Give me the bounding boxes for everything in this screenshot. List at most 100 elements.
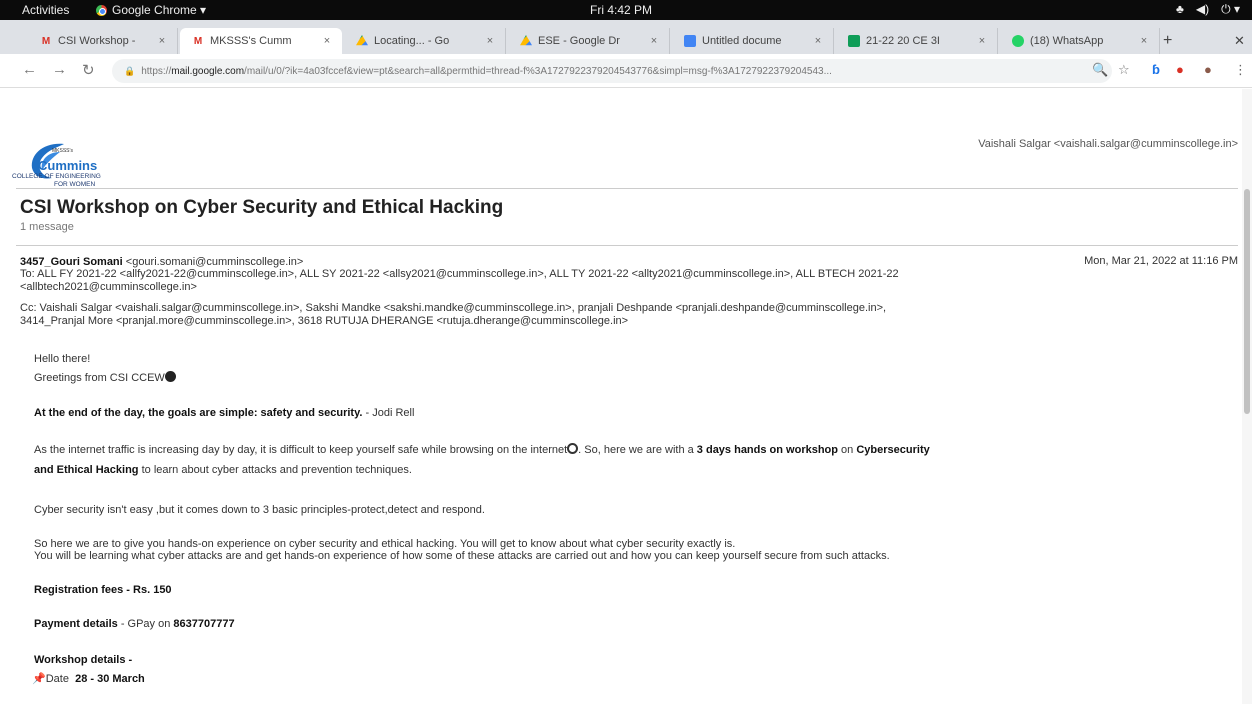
reload-button[interactable]: ↻ [82, 61, 95, 79]
drive-icon [356, 35, 368, 46]
tab-sheet-21-22[interactable]: 21-22 20 CE 3I × [836, 28, 998, 54]
system-top-bar: Activities Google Chrome ▾ Fri 4:42 PM ♣… [0, 0, 1252, 20]
workshop-details-heading: Workshop details - [34, 654, 133, 666]
tab-title: 21-22 20 CE 3I [866, 35, 940, 47]
page-scrollbar[interactable] [1242, 89, 1252, 704]
college-logo: MKSSS's Cummins COLLEGE OF ENGINEERING F… [12, 140, 172, 198]
volume-icon: ◀) [1195, 2, 1210, 16]
drive-icon [520, 35, 532, 46]
sender-name: 3457_Gouri Somani [20, 256, 123, 268]
principles-paragraph: Cyber security isn't easy ,but it comes … [34, 504, 485, 516]
quote-line: At the end of the day, the goals are sim… [34, 406, 414, 420]
close-tab-icon[interactable]: × [975, 35, 989, 47]
payment-text: - GPay on [117, 618, 174, 630]
scrollbar-thumb[interactable] [1244, 189, 1250, 414]
tab-title: MKSSS's Cumm [210, 35, 292, 47]
intro-paragraph-cont: and Ethical Hacking to learn about cyber… [34, 463, 412, 477]
new-tab-button[interactable]: + [1163, 32, 1172, 50]
logo-small-text: MKSSS's [52, 148, 73, 154]
quote-text: At the end of the day, the goals are sim… [34, 407, 363, 419]
tab-title: ESE - Google Dr [538, 35, 620, 47]
whatsapp-icon [1012, 35, 1024, 47]
cc-recipients: Cc: Vaishali Salgar <vaishali.salgar@cum… [20, 302, 887, 314]
tab-mksss-cummins[interactable]: M MKSSS's Cumm × [180, 28, 342, 54]
gmail-icon: M [193, 35, 203, 47]
intro-text: As the internet traffic is increasing da… [34, 444, 568, 456]
close-tab-icon[interactable]: × [1137, 35, 1151, 47]
tab-title: CSI Workshop - [58, 35, 136, 47]
intro-text-3: on [838, 444, 857, 456]
email-date: Mon, Mar 21, 2022 at 11:16 PM [1084, 255, 1238, 267]
close-tab-icon[interactable]: × [811, 35, 825, 47]
address-bar[interactable]: 🔒 https://mail.google.com/mail/u/0/?ik=4… [112, 59, 1112, 83]
to-recipients: To: ALL FY 2021-22 <allfy2021-22@cummins… [20, 268, 899, 280]
account-email: Vaishali Salgar <vaishali.salgar@cummins… [978, 138, 1238, 150]
tab-strip: M CSI Workshop - × M MKSSS's Cumm × Loca… [0, 20, 1252, 54]
globe-icon [567, 443, 579, 454]
sender-email[interactable]: <gouri.somani@cumminscollege.in> [123, 256, 303, 268]
close-tab-icon[interactable]: × [647, 35, 661, 47]
quote-author: - Jodi Rell [362, 407, 415, 419]
intro-paragraph: As the internet traffic is increasing da… [34, 443, 1234, 457]
email-subject: CSI Workshop on Cyber Security and Ethic… [20, 197, 504, 218]
logo-college-text: COLLEGE OF ENGINEERING [12, 173, 101, 180]
emoji-icon [164, 371, 176, 382]
clock[interactable]: Fri 4:42 PM [590, 3, 652, 17]
workshop-highlight: 3 days hands on workshop [696, 444, 838, 456]
ethical-hacking-highlight: and Ethical Hacking [34, 464, 139, 476]
url-host: mail.google.com [171, 65, 245, 77]
message-count: 1 message [20, 221, 74, 233]
url-scheme: https:// [141, 65, 172, 77]
to-recipients-cont: <allbtech2021@cumminscollege.in> [20, 281, 197, 293]
tab-untitled-doc[interactable]: Untitled docume × [672, 28, 834, 54]
intro-text-4: to learn about cyber attacks and prevent… [138, 464, 412, 476]
tab-title: (18) WhatsApp [1030, 35, 1104, 47]
divider [16, 245, 1238, 246]
tab-csi-workshop[interactable]: M CSI Workshop - × [28, 28, 178, 54]
lock-icon: 🔒 [124, 65, 136, 76]
docs-icon [684, 35, 696, 47]
cybersecurity-highlight: Cybersecurity [856, 444, 930, 456]
forward-button[interactable]: → [52, 61, 67, 78]
network-icon: ♣ [1176, 2, 1184, 16]
tab-whatsapp[interactable]: (18) WhatsApp × [1000, 28, 1160, 54]
tab-title: Locating... - Go [374, 35, 450, 47]
greeting-text: Greetings from CSI CCEW [34, 372, 165, 384]
tab-locating-drive[interactable]: Locating... - Go × [344, 28, 506, 54]
url-path: /mail/u/0/?ik=4a03fccef&view=pt&search=a… [244, 65, 832, 77]
extension-red-icon[interactable]: ● [1176, 62, 1184, 77]
browser-toolbar: ← → ↻ 🔒 https://mail.google.com/mail/u/0… [0, 54, 1252, 88]
app-menu[interactable]: Google Chrome ▾ [96, 3, 206, 17]
pushpin-icon: 📌 [32, 673, 46, 685]
profile-avatar[interactable]: ● [1204, 62, 1212, 77]
close-tab-icon[interactable]: × [483, 35, 497, 47]
handson-paragraph-2: You will be learning what cyber attacks … [34, 550, 890, 562]
cc-recipients-cont: 3414_Pranjal More <pranjal.more@cumminsc… [20, 315, 629, 327]
intro-text-2: . So, here we are with a [578, 444, 697, 456]
workshop-date-line: 📌Date 28 - 30 March [32, 672, 145, 686]
date-label: Date [45, 673, 69, 685]
close-tab-icon[interactable]: × [320, 35, 334, 47]
power-icon: ⏻ ▾ [1221, 2, 1240, 16]
close-window-icon[interactable]: ✕ [1234, 33, 1245, 49]
logo-brand-text: Cummins [38, 158, 98, 173]
chrome-icon [96, 4, 107, 16]
logo-for-women-text: FOR WOMEN [54, 181, 96, 188]
tab-title: Untitled docume [702, 35, 782, 47]
sheets-icon [848, 35, 860, 47]
tab-ese-drive[interactable]: ESE - Google Dr × [508, 28, 670, 54]
payment-number: 8637707777 [173, 618, 235, 630]
payment-details: Payment details - GPay on 8637707777 [34, 617, 235, 631]
bookmark-star-icon[interactable]: ☆ [1118, 62, 1130, 78]
payment-label: Payment details [34, 618, 118, 630]
system-tray[interactable]: ♣ ◀) ⏻ ▾ [1176, 2, 1240, 17]
gmail-icon: M [41, 35, 51, 47]
close-tab-icon[interactable]: × [155, 35, 169, 47]
zoom-icon[interactable]: 🔍 [1092, 62, 1108, 78]
date-value: 28 - 30 March [75, 673, 145, 685]
chrome-menu-icon[interactable]: ⋮ [1234, 62, 1247, 78]
extension-icon[interactable]: ɓ [1152, 62, 1160, 77]
activities-button[interactable]: Activities [22, 3, 69, 17]
registration-fees: Registration fees - Rs. 150 [34, 584, 172, 596]
back-button[interactable]: ← [22, 61, 37, 78]
